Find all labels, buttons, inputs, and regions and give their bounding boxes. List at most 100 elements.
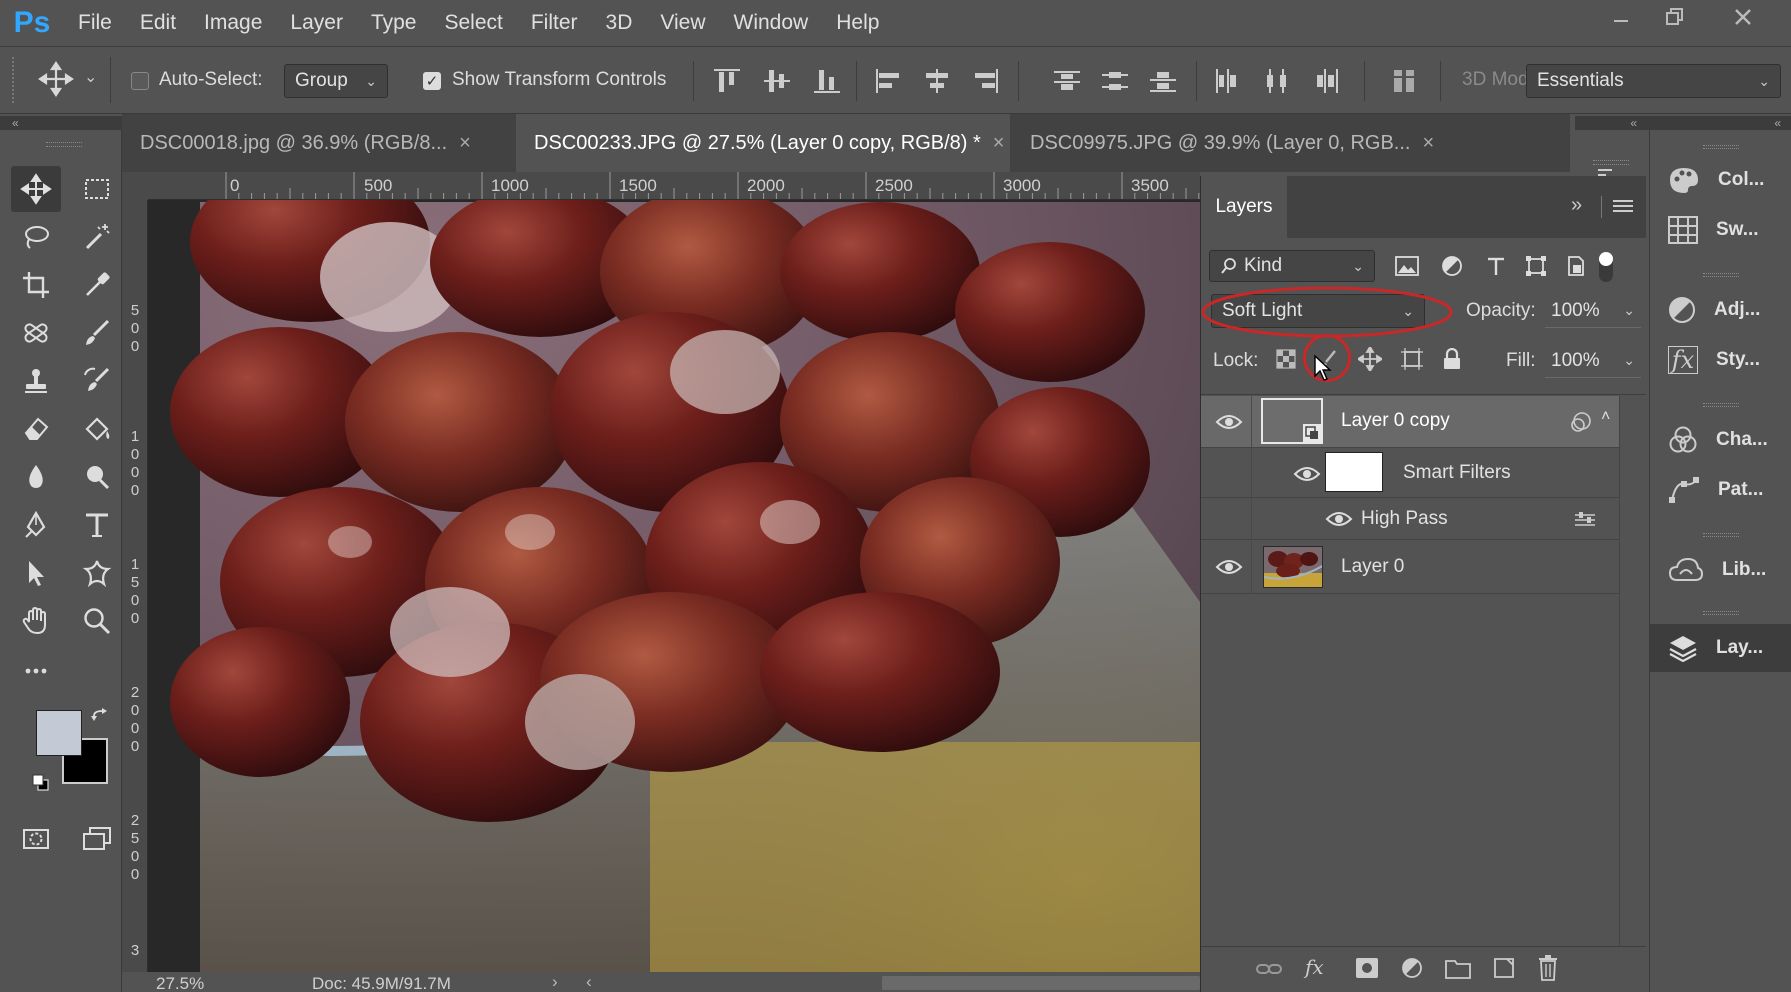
document-tab-active[interactable]: DSC00233.JPG @ 27.5% (Layer 0 copy, RGB/… (516, 114, 1010, 172)
visibility-eye-icon[interactable] (1325, 509, 1353, 534)
libraries-panel-button[interactable]: Lib... (1650, 546, 1791, 594)
distribute-vertical-centers-icon[interactable] (1100, 67, 1130, 100)
layer-name[interactable]: Layer 0 (1341, 556, 1404, 578)
auto-select-target-dropdown[interactable]: Group ⌄ (284, 64, 388, 98)
paths-panel-button[interactable]: Pat... (1650, 466, 1791, 514)
document-tab[interactable]: DSC00018.jpg @ 36.9% (RGB/8... × (122, 114, 514, 172)
lock-transparent-pixels-icon[interactable] (1271, 344, 1301, 374)
filter-row-high-pass[interactable]: High Pass (1201, 498, 1619, 540)
path-selection-tool-icon[interactable] (11, 550, 61, 596)
vertical-ruler[interactable]: 500 1000 1500 2000 2500 3 (122, 200, 148, 972)
filter-type-layers-icon[interactable] (1481, 251, 1511, 281)
horizontal-scrollbar[interactable] (882, 976, 1200, 990)
edit-toolbar-icon[interactable] (11, 648, 61, 694)
menu-window[interactable]: Window (720, 0, 823, 46)
opacity-field[interactable]: 100% ⌄ (1545, 294, 1641, 328)
menu-file[interactable]: File (64, 0, 126, 46)
align-vertical-centers-icon[interactable] (762, 67, 792, 100)
layer-style-fx-icon[interactable]: fx (1305, 955, 1324, 979)
smart-filters-row[interactable]: Smart Filters (1201, 448, 1619, 498)
menu-edit[interactable]: Edit (126, 0, 190, 46)
minimize-icon[interactable] (1590, 0, 1652, 34)
layer-thumbnail[interactable] (1261, 398, 1323, 444)
move-tool-preset-icon[interactable] (38, 61, 74, 102)
pen-tool-icon[interactable] (11, 502, 61, 548)
hand-tool-icon[interactable] (11, 598, 61, 644)
layer-filter-dropdown[interactable]: Kind ⌄ (1209, 250, 1375, 282)
visibility-eye-icon[interactable] (1293, 464, 1321, 489)
options-grip[interactable] (12, 57, 16, 103)
type-tool-icon[interactable] (72, 502, 122, 548)
align-right-edges-icon[interactable] (970, 67, 1000, 100)
smart-filter-mask-thumbnail[interactable] (1325, 452, 1383, 492)
paint-bucket-tool-icon[interactable] (72, 406, 122, 452)
lock-all-icon[interactable] (1437, 344, 1467, 374)
filter-blending-options-icon[interactable] (1573, 510, 1597, 535)
styles-panel-button[interactable]: fx Sty... (1650, 336, 1791, 384)
background-color-swatch[interactable] (62, 738, 108, 784)
document-image[interactable] (122, 172, 1200, 972)
default-colors-icon[interactable] (32, 774, 50, 797)
color-panel-button[interactable]: Col... (1650, 156, 1791, 204)
filter-toggle-switch[interactable] (1599, 252, 1613, 282)
layer-name[interactable]: Layer 0 copy (1341, 410, 1450, 432)
menu-3d[interactable]: 3D (592, 0, 647, 46)
show-transform-checkbox[interactable]: ✓ (423, 72, 441, 90)
lock-position-icon[interactable] (1355, 344, 1385, 374)
zoom-level[interactable]: 27.5% (156, 974, 204, 992)
auto-select-checkbox[interactable] (131, 72, 149, 90)
scroll-left-icon[interactable]: ‹ (586, 972, 592, 992)
dodge-tool-icon[interactable] (72, 454, 122, 500)
visibility-eye-icon[interactable] (1215, 557, 1243, 582)
ruler-origin[interactable] (122, 172, 148, 200)
preset-chevron-icon[interactable]: ⌄ (84, 67, 97, 87)
history-brush-tool-icon[interactable] (72, 358, 122, 404)
move-tool-icon[interactable] (11, 166, 61, 212)
menu-help[interactable]: Help (822, 0, 893, 46)
panel-menu-icon[interactable] (1613, 198, 1633, 219)
brush-tool-icon[interactable] (72, 310, 122, 356)
layers-scrollbar[interactable] (1619, 396, 1644, 946)
dock-collapse-icon[interactable]: « (1649, 116, 1791, 130)
filter-adjustment-layers-icon[interactable] (1437, 251, 1467, 281)
smart-filters-label[interactable]: Smart Filters (1403, 462, 1511, 484)
close-icon[interactable] (1712, 0, 1774, 34)
fill-field[interactable]: 100% ⌄ (1545, 344, 1641, 378)
eraser-tool-icon[interactable] (11, 406, 61, 452)
swap-colors-icon[interactable] (90, 708, 112, 735)
status-menu-icon[interactable]: › (552, 972, 558, 992)
document-size[interactable]: Doc: 45.9M/91.7M (312, 974, 451, 992)
horizontal-ruler[interactable]: 0 500 1000 1500 2000 2500 3000 3500 (148, 172, 1200, 200)
eyedropper-tool-icon[interactable] (72, 262, 122, 308)
link-layers-icon[interactable] (1255, 959, 1283, 984)
menu-layer[interactable]: Layer (276, 0, 357, 46)
layer-row-layer-0-copy[interactable]: Layer 0 copy ˄ (1201, 396, 1619, 448)
workspace-dropdown[interactable]: Essentials ⌄ (1526, 64, 1781, 98)
lasso-tool-icon[interactable] (11, 214, 61, 260)
zoom-tool-icon[interactable] (72, 598, 122, 644)
align-left-edges-icon[interactable] (874, 67, 904, 100)
layer-thumbnail[interactable] (1263, 546, 1323, 588)
distribute-left-icon[interactable] (1212, 67, 1242, 100)
quick-mask-icon[interactable] (11, 816, 61, 862)
distribute-horizontal-centers-icon[interactable] (1262, 67, 1292, 100)
adjustments-panel-button[interactable]: Adj... (1650, 286, 1791, 334)
delete-layer-trash-icon[interactable] (1537, 955, 1559, 986)
menu-type[interactable]: Type (357, 0, 431, 46)
align-bottom-edges-icon[interactable] (812, 67, 842, 100)
rectangular-marquee-tool-icon[interactable] (72, 166, 122, 212)
restore-icon[interactable] (1644, 0, 1706, 34)
crop-tool-icon[interactable] (11, 262, 61, 308)
collapse-effects-icon[interactable]: ˄ (1601, 408, 1610, 426)
align-horizontal-centers-icon[interactable] (922, 67, 952, 100)
document-tab[interactable]: DSC09975.JPG @ 39.9% (Layer 0, RGB... × (1012, 114, 1612, 172)
distribute-right-icon[interactable] (1312, 67, 1342, 100)
distribute-bottom-icon[interactable] (1148, 67, 1178, 100)
toolbar-grip[interactable] (46, 142, 82, 147)
collapse-panel-icon[interactable]: » (1571, 194, 1582, 217)
swatches-panel-button[interactable]: Sw... (1650, 206, 1791, 254)
canvas-area[interactable] (122, 172, 1200, 972)
close-tab-icon[interactable]: × (459, 132, 471, 155)
new-group-folder-icon[interactable] (1445, 957, 1471, 984)
layers-tab[interactable]: Layers (1201, 176, 1287, 238)
